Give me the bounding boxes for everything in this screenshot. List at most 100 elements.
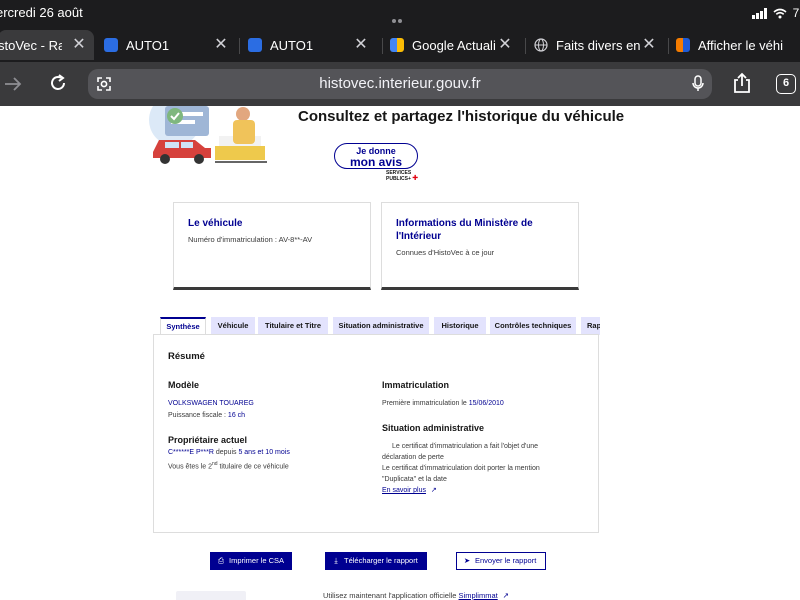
send-report-button[interactable]: ➤ Envoyer le rapport [456, 552, 546, 570]
services-publics-line-2: PUBLICS+ [386, 176, 411, 182]
report-tabs: Synthèse Véhicule Titulaire et Titre Sit… [160, 317, 600, 335]
tab-vehicule[interactable]: Véhicule [211, 317, 255, 335]
auto1-favicon-icon [248, 38, 262, 52]
forward-arrow-icon[interactable] [4, 76, 22, 92]
tab-titulaire-et-titre[interactable]: Titulaire et Titre [258, 317, 328, 335]
tab-label: AUTO1 [270, 37, 314, 53]
multitasking-dots-icon[interactable] [392, 11, 408, 38]
app-promo-image [176, 591, 246, 600]
tab-faits-divers[interactable]: Faits divers en ✕ [534, 30, 664, 60]
tab-separator [668, 38, 669, 54]
tab-historique[interactable]: Historique [434, 317, 486, 335]
admin-heading: Situation administrative [382, 423, 485, 433]
vehicle-card-title: Le véhicule [188, 218, 243, 229]
status-bar: ercredi 26 août 75 [0, 0, 800, 38]
summary-heading: Résumé [168, 351, 205, 362]
tab-histovec[interactable]: stoVec - Rap ✕ [0, 30, 94, 60]
tab-label: Afficher le véhi [698, 37, 784, 53]
vehicle-card[interactable]: Le véhicule Numéro d'immatriculation : A… [173, 202, 371, 290]
url-text: histovec.interieur.gouv.fr [319, 75, 481, 92]
tab-count-button[interactable]: 6 [776, 74, 796, 94]
admin-line-4: "Duplicata" et la date [382, 476, 447, 483]
address-bar[interactable]: histovec.interieur.gouv.fr [88, 69, 712, 99]
tab-controles-techniques[interactable]: Contrôles techniques [490, 317, 576, 335]
tab-separator [239, 38, 240, 54]
print-csa-label: Imprimer le CSA [229, 556, 285, 565]
owner-since-value: 5 ans et 10 mois [238, 449, 290, 456]
ministry-card-title: Informations du Ministère de l'Intérieur [396, 217, 533, 243]
send-report-label: Envoyer le rapport [475, 556, 537, 565]
fiscal-power: Puissance fiscale : 16 ch [168, 411, 245, 421]
vehicle-plate-text: Numéro d'immatriculation : AV-8**-AV [188, 235, 313, 244]
owner-heading: Propriétaire actuel [168, 435, 248, 445]
footer-promo: Utilisez maintenant l'application offici… [323, 591, 509, 600]
auto1-favicon-icon [104, 38, 118, 52]
browser-tab-strip: stoVec - Rap ✕ AUTO1 ✕ AUTO1 ✕ Google Ac… [0, 26, 800, 62]
tab-separator [525, 38, 526, 54]
close-tab-icon[interactable]: ✕ [70, 36, 88, 54]
close-tab-icon[interactable]: ✕ [212, 36, 230, 54]
fiscal-power-label: Puissance fiscale : [168, 412, 228, 419]
print-csa-button[interactable]: ⎙ Imprimer le CSA [210, 552, 292, 570]
tab-label: Google Actuali [412, 37, 496, 53]
cellular-signal-icon [751, 7, 767, 19]
tab-rapport[interactable]: Rap [581, 317, 600, 335]
admin-line-1: Le certificat d'immatriculation a fait l… [392, 443, 539, 450]
tab-synthese[interactable]: Synthèse [160, 317, 206, 335]
owner-since-label: depuis [213, 449, 239, 456]
tab-separator [382, 38, 383, 54]
status-indicators: 75 [751, 6, 800, 20]
download-report-label: Télécharger le rapport [344, 556, 418, 565]
web-page: Consultez et partagez l'historique du vé… [0, 106, 800, 600]
tab-label: AUTO1 [126, 37, 170, 53]
tab-auto1-second[interactable]: AUTO1 ✕ [248, 30, 376, 60]
model-heading: Modèle [168, 380, 200, 390]
fiscal-power-value: 16 ch [227, 412, 246, 419]
microphone-icon[interactable] [692, 75, 704, 93]
screen: ercredi 26 août 75 stoVec - Rap ✕ AUTO1 … [0, 0, 800, 600]
battery-level: 75 [792, 6, 800, 20]
download-report-button[interactable]: ⤓ Télécharger le rapport [325, 552, 427, 570]
services-publics-logo: SERVICES PUBLICS+ ✚ [386, 170, 419, 182]
printer-icon: ⎙ [218, 556, 224, 565]
first-registration-label: Première immatriculation le [382, 400, 469, 407]
holder-prefix: Vous êtes le 2 [168, 463, 212, 471]
holder-rank: Vous êtes le 2nd titulaire de ce véhicul… [168, 459, 289, 472]
google-news-favicon-icon [390, 38, 404, 52]
ministry-card-text: Connues d'HistoVec à ce jour [396, 248, 495, 257]
tab-situation-administrative[interactable]: Situation administrative [333, 317, 429, 335]
simplimmat-link[interactable]: Simplimmat [459, 591, 498, 600]
immatriculation-heading: Immatriculation [382, 380, 450, 390]
owner-name: C******E P***R [168, 449, 214, 456]
close-tab-icon[interactable]: ✕ [640, 36, 658, 54]
tab-label: stoVec - Rap [0, 37, 62, 53]
give-feedback-button[interactable]: Je donne mon avis [334, 143, 418, 169]
learn-more-link[interactable]: En savoir plus ↗ [382, 486, 437, 496]
learn-more-label: En savoir plus [382, 487, 426, 494]
ministry-title-line-2: l'Intérieur [396, 231, 442, 242]
summary-panel: Résumé Modèle VOLKSWAGEN TOUAREG Puissan… [153, 334, 599, 533]
tab-auto1-first[interactable]: AUTO1 ✕ [104, 30, 236, 60]
tab-afficher-vehicule[interactable]: Afficher le véhi [676, 30, 800, 60]
reload-icon[interactable] [48, 73, 68, 93]
close-tab-icon[interactable]: ✕ [352, 36, 370, 54]
external-link-icon: ↗ [502, 591, 510, 600]
first-registration-date: 15/06/2010 [468, 400, 504, 407]
download-icon: ⤓ [334, 556, 338, 565]
tab-google-actualites[interactable]: Google Actuali ✕ [390, 30, 520, 60]
tab-label: Faits divers en [556, 37, 641, 53]
browser-toolbar: histovec.interieur.gouv.fr 6 [0, 62, 800, 106]
admin-line-2: déclaration de perte [382, 454, 444, 461]
wifi-icon [773, 8, 787, 18]
feedback-line-2: mon avis [349, 155, 403, 169]
ministry-card[interactable]: Informations du Ministère de l'Intérieur… [381, 202, 579, 290]
close-tab-icon[interactable]: ✕ [496, 36, 514, 54]
first-registration: Première immatriculation le 15/06/2010 [382, 399, 504, 409]
hero-title: Consultez et partagez l'historique du vé… [298, 108, 625, 125]
site-favicon-icon [676, 38, 690, 52]
footer-promo-text: Utilisez maintenant l'application offici… [323, 591, 459, 600]
hero-illustration [149, 106, 267, 164]
holder-suffix: titulaire de ce véhicule [217, 463, 289, 471]
share-icon[interactable] [732, 72, 752, 94]
admin-line-3: Le certificat d'immatriculation doit por… [382, 465, 540, 472]
